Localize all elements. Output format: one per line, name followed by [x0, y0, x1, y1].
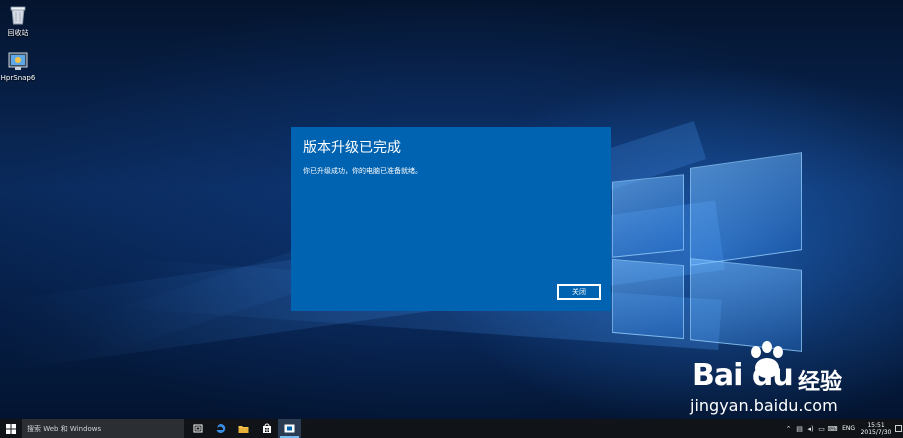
start-button[interactable]	[0, 419, 22, 438]
windows-logo-pane	[612, 174, 684, 258]
language-indicator[interactable]: ENG	[838, 425, 859, 432]
watermark-url: jingyan.baidu.com	[690, 396, 838, 415]
recycle-bin-icon	[7, 4, 29, 26]
system-tray: ⌃ ▤ ◂) ▭ ⌨ ENG 15:51 2015/7/30	[783, 419, 903, 438]
taskbar-apps	[186, 419, 301, 438]
desktop-icon-label: HprSnap6	[0, 74, 36, 82]
windows-logo-pane	[690, 258, 802, 352]
dialog-title: 版本升级已完成	[303, 140, 401, 156]
volume-icon[interactable]: ◂)	[805, 419, 816, 438]
taskbar: 搜索 Web 和 Windows ⌃ ▤ ◂) ▭ ⌨ ENG 15:51 20…	[0, 419, 903, 438]
clock-time: 15:51	[867, 421, 885, 429]
file-explorer-icon[interactable]	[232, 419, 255, 438]
windows-logo-pane	[690, 152, 802, 266]
action-center-icon[interactable]	[893, 419, 903, 438]
baidu-jingyan-watermark: Bai du 经验 jingyan.baidu.com	[690, 340, 900, 418]
desktop-icon-label: 回收站	[7, 29, 29, 37]
close-button[interactable]: 关闭	[557, 284, 601, 300]
search-placeholder: 搜索 Web 和 Windows	[27, 424, 102, 433]
desktop-icon-recycle-bin[interactable]: 回收站	[0, 4, 38, 38]
hypersnap-icon	[7, 50, 29, 72]
desktop-icon-hprsnap6[interactable]: HprSnap6	[0, 50, 38, 82]
clock[interactable]: 15:51 2015/7/30	[859, 422, 893, 436]
edge-icon[interactable]	[209, 419, 232, 438]
network-icon[interactable]: ▤	[794, 419, 805, 438]
clock-date: 2015/7/30	[860, 428, 892, 436]
windows-start-icon	[6, 423, 16, 434]
windows-logo-pane	[612, 258, 684, 340]
upgrade-complete-dialog: 版本升级已完成 你已升级成功，你的电脑已准备就绪。 关闭	[291, 127, 611, 311]
dialog-message: 你已升级成功，你的电脑已准备就绪。	[303, 167, 422, 175]
store-icon[interactable]	[255, 419, 278, 438]
taskbar-search-box[interactable]: 搜索 Web 和 Windows	[22, 419, 184, 438]
watermark-brand: Bai du	[692, 358, 794, 393]
input-method-icon[interactable]: ⌨	[827, 419, 838, 438]
task-view-icon[interactable]	[186, 419, 209, 438]
message-icon[interactable]: ▭	[816, 419, 827, 438]
watermark-service: 经验	[798, 370, 843, 395]
desktop-background: 回收站 HprSnap6 版本升级已完成 你已升级成功，你的电脑已准备就绪。 关…	[0, 0, 903, 419]
active-app-icon[interactable]	[278, 419, 301, 438]
chevron-up-icon[interactable]: ⌃	[783, 419, 794, 438]
